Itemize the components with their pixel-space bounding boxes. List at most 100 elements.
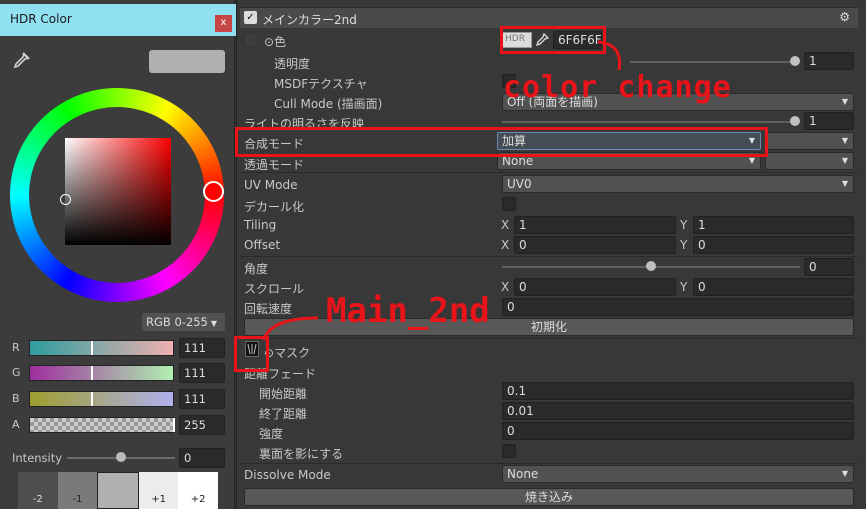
decal-checkbox[interactable]: [502, 197, 516, 211]
trans-mode-secondary-dropdown[interactable]: ▼: [765, 152, 854, 170]
color-mode-dropdown[interactable]: RGB 0-255 ▼: [142, 313, 225, 331]
section-title: メインカラー2nd: [262, 13, 357, 27]
bake-button[interactable]: 焼き込み: [244, 488, 854, 506]
annotation-box-blend: [235, 127, 768, 157]
axis-x-label: X: [501, 218, 510, 232]
channel-label: A: [12, 418, 20, 431]
strength-field[interactable]: 0: [502, 422, 854, 440]
preset-swatch[interactable]: +2: [178, 472, 218, 509]
divider: [240, 463, 858, 464]
light-field[interactable]: 1: [804, 112, 854, 130]
channel-knob[interactable]: [173, 418, 175, 432]
channel-g: G 111: [12, 363, 227, 383]
sv-handle[interactable]: [60, 194, 71, 205]
channel-g-slider[interactable]: [29, 365, 174, 381]
intensity-field[interactable]: 0: [179, 448, 225, 468]
dissolve-dropdown[interactable]: None ▼: [502, 465, 854, 483]
annotation-color-change: color change: [503, 70, 732, 105]
saturation-value-box[interactable]: [65, 138, 171, 245]
preset-swatch[interactable]: [97, 472, 139, 509]
start-dist-field[interactable]: 0.1: [502, 382, 854, 400]
trans-mode-label: 透過モード: [244, 158, 305, 172]
hdr-titlebar[interactable]: HDR Color x: [0, 4, 236, 36]
preset-swatch[interactable]: +1: [138, 472, 179, 509]
section-toggle-checkbox[interactable]: ✓: [244, 11, 257, 24]
gear-icon[interactable]: ⚙: [839, 10, 850, 24]
divider: [240, 256, 858, 257]
blend-mode-secondary-dropdown[interactable]: ▼: [765, 132, 854, 150]
hdr-window-title: HDR Color: [10, 12, 72, 26]
msdf-label: MSDFテクスチャ: [274, 77, 368, 91]
axis-x-label: X: [501, 280, 510, 294]
strength-label: 強度: [259, 427, 284, 441]
offset-y-field[interactable]: 0: [693, 236, 854, 254]
cull-mode-label: Cull Mode (描画面): [274, 97, 383, 111]
annotation-box-color: [500, 26, 606, 54]
divider: [240, 338, 858, 339]
tiling-y-field[interactable]: 1: [693, 216, 854, 234]
chevron-down-icon: ▼: [841, 136, 848, 145]
preset-swatch[interactable]: -1: [57, 472, 98, 509]
decal-label: デカール化: [244, 200, 305, 214]
channel-b-field[interactable]: 111: [179, 389, 225, 409]
hdr-color-window: HDR Color x RGB 0-255 ▼ R 111 G 111 B 111…: [0, 0, 236, 509]
channel-knob[interactable]: [91, 392, 93, 406]
divider: [240, 172, 858, 173]
channel-knob[interactable]: [91, 341, 93, 355]
angle-label: 角度: [244, 262, 269, 276]
chevron-down-icon: ▼: [841, 469, 848, 478]
end-dist-field[interactable]: 0.01: [502, 402, 854, 420]
channel-knob[interactable]: [91, 366, 93, 380]
channel-g-field[interactable]: 111: [179, 363, 225, 383]
chevron-down-icon: ▼: [841, 97, 848, 106]
scroll-y-field[interactable]: 0: [693, 278, 854, 296]
axis-y-label: Y: [680, 280, 688, 294]
transparency-field[interactable]: 1: [804, 52, 854, 70]
hue-handle[interactable]: [203, 181, 224, 202]
light-track[interactable]: [502, 121, 798, 123]
intensity-slider[interactable]: [116, 452, 126, 462]
uv-mode-dropdown[interactable]: UV0 ▼: [502, 175, 854, 193]
angle-slider[interactable]: [646, 261, 656, 271]
backface-checkbox[interactable]: [502, 444, 516, 458]
channel-b-slider[interactable]: [29, 391, 174, 407]
rot-speed-field[interactable]: 0: [502, 298, 854, 316]
channel-r-field[interactable]: 111: [179, 338, 225, 358]
axis-y-label: Y: [680, 238, 688, 252]
annotation-main-2nd: Main_2nd: [326, 291, 490, 331]
scroll-label: スクロール: [244, 282, 305, 296]
channel-label: G: [12, 366, 21, 379]
channel-a-field[interactable]: 255: [179, 415, 225, 435]
end-dist-label: 終了距離: [259, 407, 308, 421]
transparency-track[interactable]: [630, 61, 798, 63]
dissolve-label: Dissolve Mode: [244, 468, 331, 482]
start-dist-label: 開始距離: [259, 387, 308, 401]
annotation-arrow: [262, 316, 319, 341]
transparency-label: 透明度: [274, 57, 311, 71]
tiling-label: Tiling: [244, 218, 277, 232]
light-slider[interactable]: [790, 116, 800, 126]
angle-field[interactable]: 0: [804, 258, 854, 276]
channel-a: A 255: [12, 415, 227, 435]
color-preview-swatch: [149, 50, 225, 73]
offset-x-field[interactable]: 0: [514, 236, 676, 254]
color-texture-slot[interactable]: [244, 33, 258, 47]
axis-x-label: X: [501, 238, 510, 252]
eyedropper-icon[interactable]: [12, 52, 30, 70]
uv-mode-label: UV Mode: [244, 178, 298, 192]
tiling-x-field[interactable]: 1: [514, 216, 676, 234]
section-header[interactable]: ✓ メインカラー2nd ⚙: [240, 7, 858, 28]
chevron-down-icon: ▼: [841, 179, 848, 188]
channel-r-slider[interactable]: [29, 340, 174, 356]
intensity-row: Intensity 0: [12, 448, 227, 468]
scroll-x-field[interactable]: 0: [514, 278, 676, 296]
close-icon[interactable]: x: [215, 15, 232, 32]
channel-b: B 111: [12, 389, 227, 409]
chevron-down-icon: ▼: [841, 156, 848, 165]
backface-label: 裏面を影にする: [259, 447, 344, 461]
mask-label: ⊙マスク: [264, 346, 311, 360]
axis-y-label: Y: [680, 218, 688, 232]
preset-swatch[interactable]: -2: [18, 472, 58, 509]
transparency-slider[interactable]: [790, 56, 800, 66]
channel-a-slider[interactable]: [29, 417, 174, 433]
